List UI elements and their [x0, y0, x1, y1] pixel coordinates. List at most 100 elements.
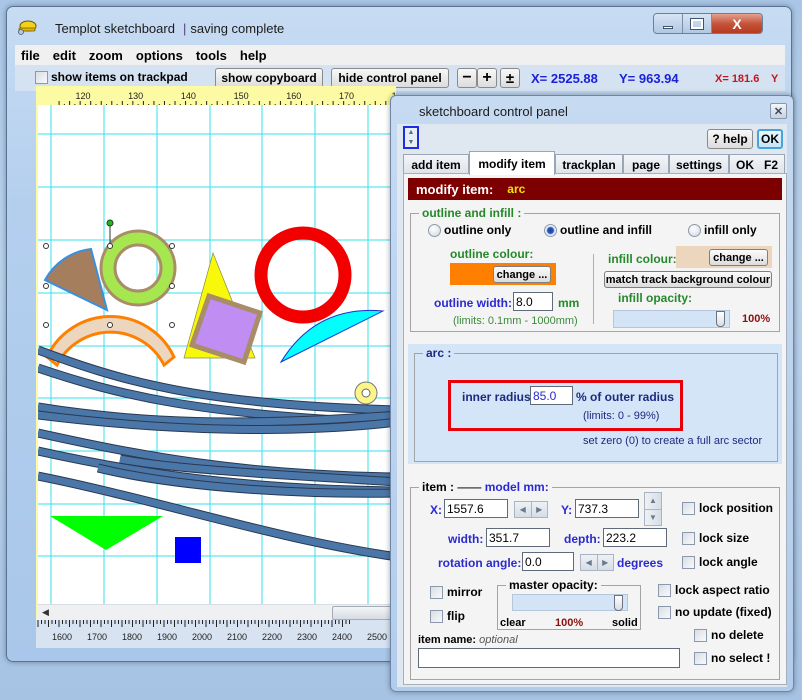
model-mm-label: model mm: — [484, 480, 549, 494]
resize-handle[interactable] — [169, 322, 175, 328]
tab-add-item[interactable]: add item — [403, 154, 469, 174]
no-select-checkbox[interactable]: no select ! — [694, 651, 770, 665]
checkbox-box[interactable] — [430, 585, 443, 599]
blue-square-shape[interactable] — [175, 537, 201, 563]
flip-checkbox[interactable]: flip — [430, 609, 465, 623]
resize-handle[interactable] — [169, 283, 175, 289]
hide-control-panel-button[interactable]: hide control panel — [331, 68, 449, 88]
no-delete-checkbox[interactable]: no delete — [694, 628, 764, 642]
checkbox-box[interactable] — [694, 651, 707, 665]
checkbox-box[interactable] — [682, 555, 695, 569]
radio-outline-and-infill[interactable]: outline and infill — [544, 223, 652, 237]
tab-page[interactable]: page — [623, 154, 669, 174]
ruler-label: 2000 — [192, 632, 212, 642]
menu-options[interactable]: options — [136, 48, 183, 63]
checkbox-box[interactable] — [430, 609, 443, 623]
radio-button[interactable] — [688, 223, 701, 237]
templot-hardhat-icon — [18, 20, 37, 35]
menu-file[interactable]: file — [21, 48, 40, 63]
menu-zoom[interactable]: zoom — [89, 48, 123, 63]
infill-opacity-slider[interactable] — [613, 310, 730, 328]
arrow-down-icon[interactable]: ▼ — [645, 510, 661, 526]
checkbox-label: show items on trackpad — [51, 70, 188, 84]
master-opacity-slider[interactable] — [512, 594, 628, 611]
resize-handle[interactable] — [169, 243, 175, 249]
yellow-donut-shape[interactable] — [354, 381, 378, 405]
y-input[interactable] — [575, 499, 639, 518]
close-button[interactable]: X — [712, 14, 762, 33]
zoom-fit-button[interactable]: ± — [500, 68, 520, 88]
minimize-button[interactable] — [654, 14, 683, 33]
green-ring-shape[interactable] — [99, 229, 177, 307]
menu-help[interactable]: help — [240, 48, 267, 63]
horizontal-scrollbar[interactable]: ◀ — [38, 604, 394, 620]
lock-size-checkbox[interactable]: lock size — [682, 531, 749, 545]
lock-position-checkbox[interactable]: lock position — [682, 501, 773, 515]
radio-outline-only[interactable]: outline only — [428, 223, 511, 237]
depth-input[interactable] — [603, 528, 667, 547]
checkbox-box[interactable] — [658, 605, 671, 619]
checkbox-box[interactable] — [35, 70, 48, 84]
ok-button[interactable]: OK — [757, 129, 783, 149]
infill-colour-change-button[interactable]: change ... — [709, 249, 768, 266]
maximize-button[interactable] — [683, 14, 712, 33]
x-spinner[interactable]: ◀ ▶ — [514, 501, 548, 518]
radio-button[interactable] — [428, 223, 441, 237]
outline-colour-change-button[interactable]: change ... — [493, 266, 551, 283]
zoom-in-button[interactable]: + — [477, 68, 497, 88]
tab-modify-item[interactable]: modify item — [469, 151, 555, 175]
no-update-checkbox[interactable]: no update (fixed) — [658, 605, 772, 619]
menu-edit[interactable]: edit — [53, 48, 76, 63]
resize-handle[interactable] — [43, 283, 49, 289]
checkbox-label: lock aspect ratio — [675, 583, 770, 597]
checkbox-box[interactable] — [682, 501, 695, 515]
radio-button-selected[interactable] — [544, 223, 557, 237]
y-spinner[interactable]: ▲ ▼ — [644, 492, 662, 526]
panel-updown-button[interactable]: ▲ ▼ — [403, 126, 419, 149]
show-copyboard-button[interactable]: show copyboard — [215, 68, 323, 88]
rotation-handle[interactable] — [106, 219, 114, 227]
slider-knob[interactable] — [716, 311, 725, 327]
control-panel-close-button[interactable]: ✕ — [770, 103, 787, 119]
show-items-on-trackpad-checkbox[interactable]: show items on trackpad — [35, 70, 188, 84]
outline-width-input[interactable] — [513, 292, 553, 311]
checkbox-box[interactable] — [658, 583, 671, 597]
mouse-y-readout: Y= 963.94 — [619, 71, 679, 86]
scrollbar-thumb[interactable] — [332, 606, 394, 620]
slider-knob[interactable] — [614, 595, 623, 611]
inner-radius-input[interactable] — [530, 386, 573, 405]
width-input[interactable] — [486, 528, 550, 547]
tab-ok-f2[interactable]: OK F2 — [729, 154, 785, 174]
red-ring-shape[interactable] — [254, 226, 352, 324]
match-track-background-button[interactable]: match track background colour — [604, 271, 772, 288]
lock-aspect-ratio-checkbox[interactable]: lock aspect ratio — [658, 583, 770, 597]
arrow-up-icon[interactable]: ▲ — [645, 493, 661, 510]
tab-trackplan[interactable]: trackplan — [555, 154, 623, 174]
resize-handle[interactable] — [43, 322, 49, 328]
scroll-left-icon[interactable]: ◀ — [42, 607, 49, 618]
radio-infill-only[interactable]: infill only — [688, 223, 757, 237]
item-name-input[interactable] — [418, 648, 680, 668]
tab-settings[interactable]: settings — [669, 154, 729, 174]
x-input[interactable] — [444, 499, 508, 518]
arrow-left-icon[interactable]: ◀ — [581, 555, 598, 570]
arrow-right-icon[interactable]: ▶ — [598, 555, 614, 570]
radio-label: infill only — [704, 223, 757, 237]
resize-handle[interactable] — [43, 243, 49, 249]
resize-handle[interactable] — [107, 322, 113, 328]
rotation-angle-input[interactable] — [522, 552, 574, 571]
sketch-canvas[interactable] — [38, 105, 390, 605]
checkbox-box[interactable] — [694, 628, 707, 642]
arrow-left-icon[interactable]: ◀ — [515, 502, 532, 517]
checkbox-box[interactable] — [682, 531, 695, 545]
resize-handle[interactable] — [107, 243, 113, 249]
zoom-out-button[interactable]: − — [457, 68, 477, 88]
menu-tools[interactable]: tools — [196, 48, 227, 63]
green-triangle-shape[interactable] — [50, 516, 163, 550]
arrow-right-icon[interactable]: ▶ — [532, 502, 548, 517]
lock-angle-checkbox[interactable]: lock angle — [682, 555, 758, 569]
rotation-spinner[interactable]: ◀ ▶ — [580, 554, 614, 571]
help-button[interactable]: ? help — [707, 129, 753, 149]
sector-shape[interactable] — [43, 247, 109, 312]
mirror-checkbox[interactable]: mirror — [430, 585, 482, 599]
